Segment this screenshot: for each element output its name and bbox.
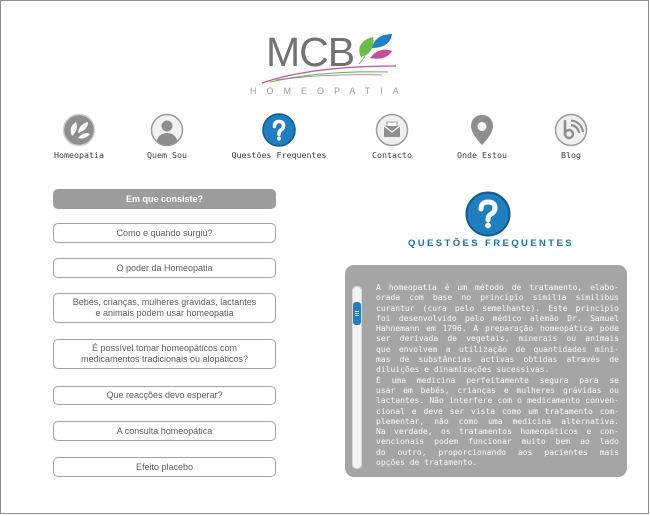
nav-label-onde-estou: Onde Estou: [457, 150, 507, 160]
nav-homeopatia[interactable]: Homeopatia: [29, 113, 129, 160]
article-line: Hahnemann em 1796. A preparação homeopát…: [376, 324, 619, 334]
site-logo[interactable]: MCB HOMEOPATIA: [240, 25, 420, 103]
faq-como-e-quando-surgiu-button[interactable]: Como e quando surgiu?: [53, 223, 276, 243]
article-line: do outro, proporcionando aos pacientes m…: [376, 447, 619, 457]
article-line: A homeopatia é um método de tratamento, …: [376, 283, 619, 292]
article-line: lactantes. Não interfere com o medicamen…: [376, 396, 619, 406]
envelope-icon: [375, 113, 409, 147]
section-title: QUESTÕES FREQUENTES: [408, 238, 574, 249]
location-pin-icon: [471, 115, 493, 145]
nav-label-contacto: Contacto: [372, 150, 412, 160]
faq-em-que-consiste-button[interactable]: Em que consiste?: [53, 189, 276, 209]
faq-medicamentos-tradicionais-button[interactable]: É possível tomar homeopáticos com medica…: [53, 339, 276, 369]
article-line: opções de tratamento.: [376, 458, 478, 468]
article-line: ser derivada de vegetais, minerais ou an…: [376, 334, 619, 344]
article-line: mas de substâncias activas obtidas atrav…: [376, 355, 619, 365]
article-line: usar em bebés, crianças e mulheres grávi…: [376, 385, 619, 395]
nav-label-questoes-frequentes: Questões Frequentes: [231, 150, 327, 160]
logo-wordmark: MCB: [266, 29, 355, 75]
faq-bebes-criancas-button[interactable]: Bebés, crianças, mulheres grávidas, lact…: [53, 293, 276, 323]
faq-poder-da-homeopatia-button[interactable]: O poder da Homeopatia: [53, 258, 276, 278]
nav-label-quem-sou: Quem Sou: [147, 150, 187, 160]
article-line: vencionais podem funcionar muito bem ao …: [376, 437, 619, 447]
article-line: orada com base no princípio similia simi…: [376, 293, 619, 303]
faq-consulta-button[interactable]: A consulta homeopática: [53, 421, 276, 441]
article-line: curantur (cura pelo semelhante). Este pr…: [376, 303, 619, 313]
nav-label-blog: Blog: [561, 150, 581, 160]
scrollbar-grip: [355, 315, 359, 316]
nav-onde-estou[interactable]: Onde Estou: [432, 113, 532, 160]
scrollbar-grip: [355, 313, 359, 314]
leaves-icon: [62, 113, 96, 147]
logo-subtitle: HOMEOPATIA: [250, 86, 409, 96]
nav-label-homeopatia: Homeopatia: [54, 150, 104, 160]
faq-reaccoes-button[interactable]: Que reacções devo esperar?: [53, 386, 276, 405]
article-line: que envolvem a utilização de quantidades…: [376, 344, 619, 354]
nav-contacto[interactable]: Contacto: [342, 113, 442, 160]
person-icon: [150, 113, 184, 147]
scrollbar-grip: [355, 311, 359, 312]
faq-efeito-placebo-button[interactable]: Efeito placebo: [53, 457, 276, 477]
article-line: diluições e dinamizações sucessivas.: [376, 365, 550, 375]
nav-quem-sou[interactable]: Quem Sou: [117, 113, 217, 160]
article-line: foi desenvolvido pelo médico alemão Dr. …: [376, 313, 619, 323]
article-line: É uma medicina perfeitamente segura para…: [376, 375, 619, 385]
question-icon: [465, 191, 511, 237]
nav-blog[interactable]: Blog: [521, 113, 621, 160]
article-line: cional e deve ser vista como um tratamen…: [376, 406, 619, 416]
nav-questoes-frequentes[interactable]: Questões Frequentes: [229, 113, 329, 160]
blog-icon: [554, 113, 588, 147]
question-icon: [262, 113, 296, 147]
article-line: Na verdade, os tratamentos homeopáticos …: [376, 427, 619, 437]
answer-text: A homeopatia é um método de tratamento, …: [376, 283, 619, 468]
scrollbar-thumb[interactable]: [353, 302, 361, 325]
scrollbar-track[interactable]: [352, 286, 362, 469]
article-line: plementar, não como uma medicina alterna…: [376, 416, 619, 426]
